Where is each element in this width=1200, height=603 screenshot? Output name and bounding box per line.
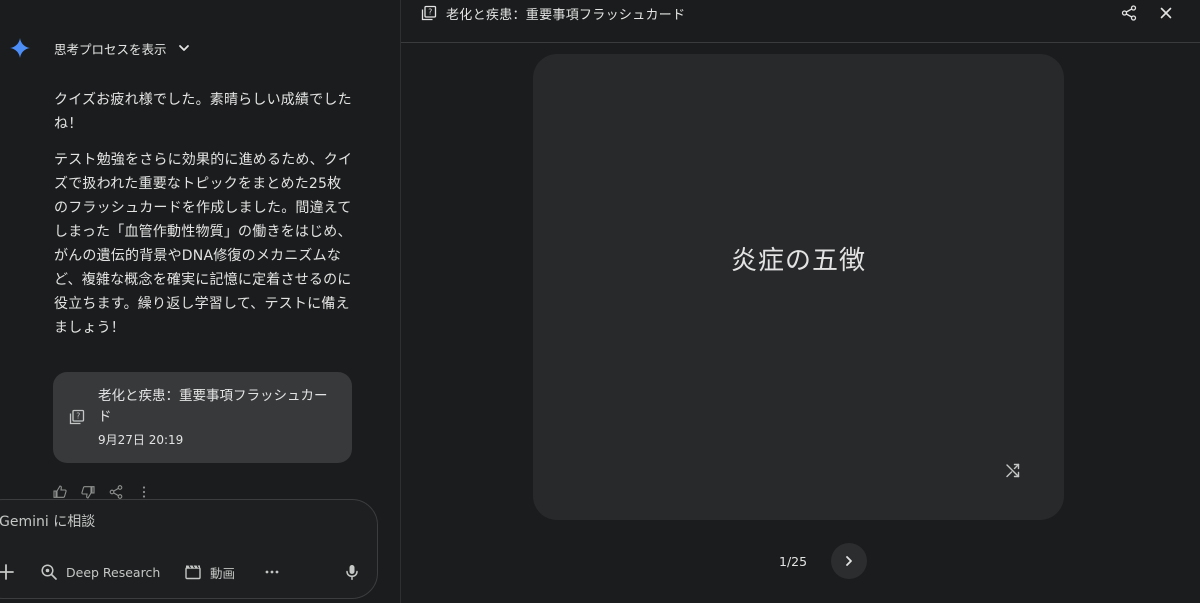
chevron-down-icon — [177, 41, 191, 55]
deep-research-label: Deep Research — [66, 564, 161, 580]
more-horizontal-icon — [265, 570, 279, 574]
share-icon[interactable] — [1120, 4, 1138, 22]
svg-text:?: ? — [428, 8, 432, 17]
message-paragraph-2: テスト勉強をさらに効果的に進めるため、クイズで扱われた重要なトピックをまとめた2… — [54, 152, 353, 336]
thumbs-up-icon[interactable] — [52, 484, 68, 500]
more-vertical-icon[interactable] — [136, 484, 152, 500]
next-card-button[interactable] — [831, 543, 867, 579]
share-icon[interactable] — [108, 484, 124, 500]
svg-text:?: ? — [76, 412, 80, 421]
attachment-title: 老化と疾患：重要事項フラッシュカード — [98, 388, 328, 425]
gemini-spark-icon — [8, 36, 32, 60]
flashcard-icon: ? — [69, 409, 85, 425]
chat-pane: 思考プロセスを表示 クイズお疲れ様でした。素晴らしい成績でしたね！ テスト勉強を… — [0, 0, 400, 603]
flashcard-front-text: 炎症の五徴 — [730, 246, 866, 276]
flashcard-attachment[interactable]: ? 老化と疾患：重要事項フラッシュカード 9月27日 20:19 — [53, 372, 352, 463]
app-root: 思考プロセスを表示 クイズお疲れ様でした。素晴らしい成績でしたね！ テスト勉強を… — [0, 0, 1200, 603]
message-paragraph-1: クイズお疲れ様でした。素晴らしい成績でしたね！ — [54, 92, 352, 132]
assistant-message: クイズお疲れ様でした。素晴らしい成績でしたね！ テスト勉強をさらに効果的に進める… — [54, 88, 354, 352]
message-actions — [52, 484, 152, 500]
more-tools-button[interactable] — [263, 562, 281, 582]
thumbs-down-icon[interactable] — [80, 484, 96, 500]
close-icon[interactable] — [1158, 5, 1174, 21]
flashcard-panel: ? 老化と疾患：重要事項フラッシュカード 炎症の五徴 1/25 — [400, 0, 1200, 603]
video-button[interactable]: 動画 — [184, 562, 235, 582]
add-attachment-icon[interactable] — [0, 562, 16, 582]
prompt-input[interactable] — [0, 514, 299, 530]
panel-title: 老化と疾患：重要事項フラッシュカード — [446, 8, 686, 23]
clapperboard-icon — [185, 565, 201, 580]
card-counter: 1/25 — [779, 554, 808, 569]
shuffle-icon[interactable] — [1005, 462, 1021, 478]
chat-composer: Deep Research 動画 — [0, 499, 378, 599]
thought-process-toggle[interactable]: 思考プロセスを表示 — [8, 34, 191, 62]
video-label: 動画 — [210, 565, 236, 581]
deep-research-icon — [41, 564, 57, 580]
panel-header: ? 老化と疾患：重要事項フラッシュカード — [401, 0, 1200, 43]
flashcard-icon: ? — [421, 5, 437, 21]
attachment-date: 9月27日 20:19 — [98, 433, 184, 447]
chevron-right-icon — [846, 556, 852, 566]
thought-process-label: 思考プロセスを表示 — [54, 41, 167, 57]
deep-research-button[interactable]: Deep Research — [40, 562, 160, 582]
flashcard[interactable]: 炎症の五徴 — [533, 54, 1064, 520]
microphone-icon[interactable] — [343, 563, 361, 581]
